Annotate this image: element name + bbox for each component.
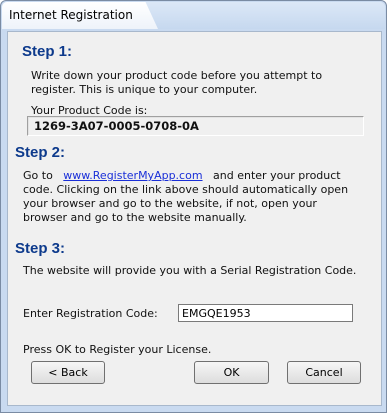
press-ok-text: Press OK to Register your License. bbox=[23, 343, 212, 356]
step1-instruction-line1: Write down your product code before you … bbox=[31, 69, 323, 82]
back-button[interactable]: < Back bbox=[31, 361, 105, 384]
dialog-content: Step 1: Write down your product code bef… bbox=[7, 31, 382, 406]
step2-instruction-line1: Go to www.RegisterMyApp.com and enter yo… bbox=[23, 169, 341, 183]
cancel-button[interactable]: Cancel bbox=[287, 361, 361, 384]
product-code-value: 1269-3A07-0005-0708-0A bbox=[34, 119, 199, 133]
ok-button[interactable]: OK bbox=[194, 361, 269, 384]
register-website-link[interactable]: www.RegisterMyApp.com bbox=[63, 169, 202, 182]
registration-code-label: Enter Registration Code: bbox=[23, 307, 158, 320]
step2-instruction-line2: code. Clicking on the link above should … bbox=[23, 183, 349, 196]
registration-dialog: Internet Registration Step 1: Write down… bbox=[0, 0, 387, 413]
title-bar[interactable]: Internet Registration bbox=[2, 2, 385, 29]
registration-code-input[interactable] bbox=[178, 304, 353, 322]
step2-instruction-line3: your browser and go to the website, if n… bbox=[23, 197, 317, 210]
step1-title: Step 1: bbox=[22, 43, 73, 60]
step2-title: Step 2: bbox=[15, 144, 66, 161]
step3-title: Step 3: bbox=[15, 240, 66, 257]
step2-go-to-text: Go to bbox=[23, 169, 53, 182]
step3-instruction: The website will provide you with a Seri… bbox=[23, 264, 357, 277]
product-code-field: 1269-3A07-0005-0708-0A bbox=[27, 116, 364, 136]
step2-suffix-text: and enter your product bbox=[213, 169, 341, 182]
step2-instruction-line4: browser and go to the website manually. bbox=[23, 211, 247, 224]
window-title: Internet Registration bbox=[9, 8, 133, 22]
step1-instruction-line2: register. This is unique to your compute… bbox=[31, 83, 258, 96]
